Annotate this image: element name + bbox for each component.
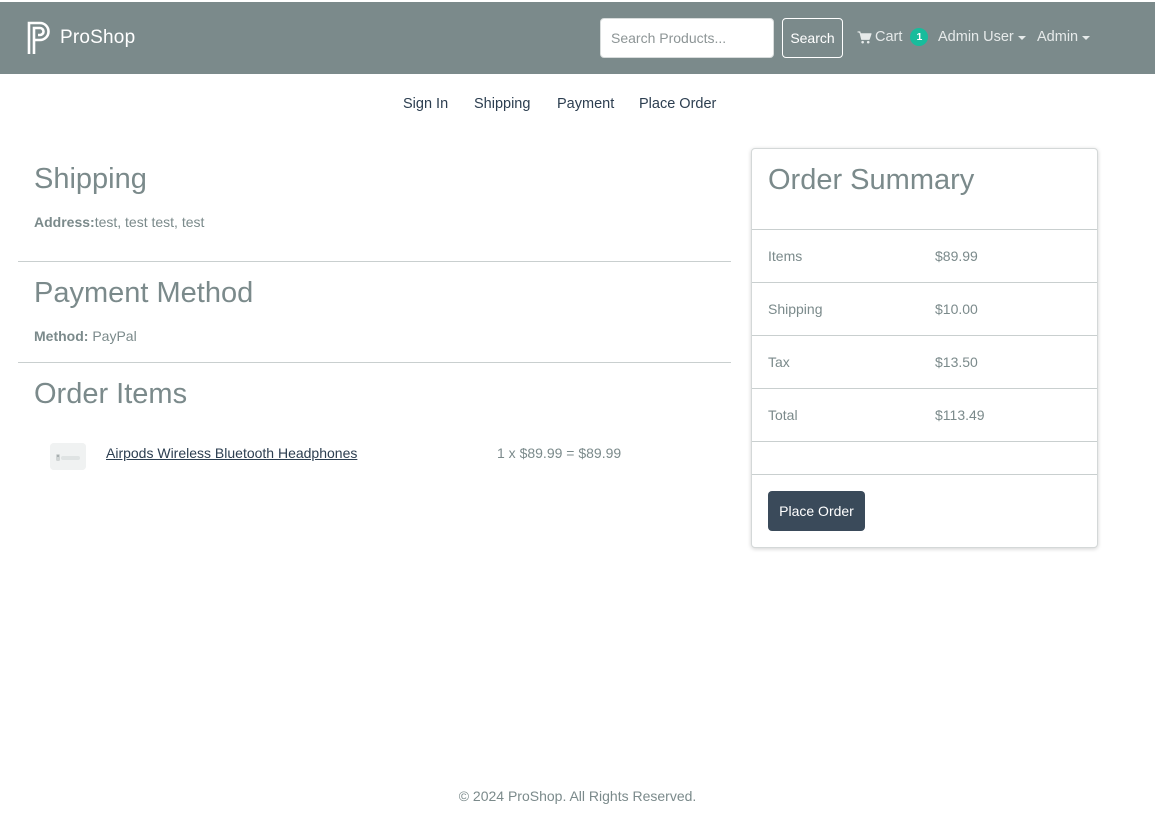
place-order-button[interactable]: Place Order <box>768 491 865 531</box>
section-divider <box>18 261 731 262</box>
step-place-order[interactable]: Place Order <box>639 96 716 112</box>
shipping-heading: Shipping <box>34 163 147 195</box>
search-input[interactable] <box>600 18 774 58</box>
payment-heading: Payment Method <box>34 277 254 309</box>
step-payment[interactable]: Payment <box>557 96 614 112</box>
admin-menu-label: Admin <box>1037 29 1079 45</box>
step-shipping[interactable]: Shipping <box>474 96 530 112</box>
summary-total-value: $113.49 <box>935 407 985 423</box>
row-divider <box>752 229 1097 230</box>
order-summary-heading: Order Summary <box>768 164 975 196</box>
address-label: Address: <box>34 214 95 230</box>
brand-link[interactable]: ProShop <box>26 20 135 56</box>
product-thumbnail <box>50 443 86 470</box>
product-price-calculation: 1 x $89.99 = $89.99 <box>497 445 622 461</box>
row-divider <box>752 474 1097 475</box>
user-menu-dropdown[interactable]: Admin User <box>938 26 1026 48</box>
payment-method: Method: PayPal <box>34 328 137 344</box>
summary-items-value: $89.99 <box>935 248 978 264</box>
row-divider <box>752 388 1097 389</box>
method-value: PayPal <box>92 328 137 344</box>
shipping-address: Address:test, test test, test <box>34 214 204 230</box>
admin-menu-dropdown[interactable]: Admin <box>1037 26 1091 48</box>
summary-shipping-value: $10.00 <box>935 301 978 317</box>
checkout-steps: Sign In Shipping Payment Place Order <box>0 96 1155 118</box>
user-menu-label: Admin User <box>938 29 1014 45</box>
section-divider <box>18 362 731 363</box>
proshop-logo-icon <box>27 21 50 54</box>
shopping-cart-icon <box>857 30 872 43</box>
caret-down-icon <box>1017 35 1026 40</box>
method-label: Method: <box>34 328 89 344</box>
caret-down-icon <box>1082 35 1091 40</box>
brand-name: ProShop <box>60 27 136 48</box>
footer-copyright: © 2024 ProShop. All Rights Reserved. <box>458 788 697 804</box>
address-value: test, test test, test <box>94 214 205 230</box>
cart-link[interactable]: Cart 1 <box>857 26 929 48</box>
order-summary-card: Order Summary Items $89.99 Shipping $10.… <box>751 148 1098 548</box>
search-button[interactable]: Search <box>782 18 843 58</box>
summary-shipping-label: Shipping <box>768 301 823 317</box>
row-divider <box>752 282 1097 283</box>
row-divider <box>752 335 1097 336</box>
top-navbar: ProShop Search Cart 1 Admin User Admin <box>0 2 1155 74</box>
summary-tax-value: $13.50 <box>935 354 978 370</box>
row-divider <box>752 441 1097 442</box>
summary-tax-label: Tax <box>768 354 790 370</box>
airpods-image-icon <box>50 443 86 470</box>
step-sign-in[interactable]: Sign In <box>403 96 448 112</box>
cart-label: Cart <box>875 29 903 45</box>
order-items-heading: Order Items <box>34 378 188 410</box>
summary-total-label: Total <box>768 407 798 423</box>
cart-count-badge: 1 <box>910 28 929 46</box>
summary-items-label: Items <box>768 248 803 264</box>
product-link[interactable]: Airpods Wireless Bluetooth Headphones <box>106 445 357 461</box>
